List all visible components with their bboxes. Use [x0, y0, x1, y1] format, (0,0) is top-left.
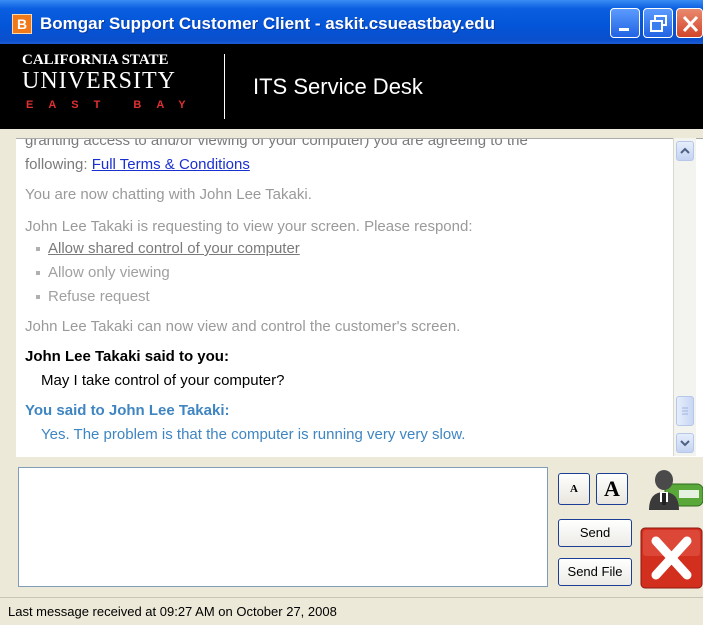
option-refuse: Refuse request	[36, 287, 150, 307]
minimize-icon	[619, 28, 629, 31]
terms-link[interactable]: Full Terms & Conditions	[92, 156, 250, 173]
control-notice-message: John Lee Takaki can now view and control…	[25, 318, 461, 335]
message-input-box[interactable]	[18, 467, 548, 587]
terms-line: following: Full Terms & Conditions	[25, 155, 250, 175]
scroll-down-button[interactable]	[676, 433, 694, 453]
your-message-header: You said to John Lee Takaki:	[25, 402, 230, 419]
status-bar: Last message received at 09:27 AM on Oct…	[0, 597, 703, 625]
terms-prefix: following:	[25, 156, 88, 173]
chat-scrollbar[interactable]	[673, 138, 696, 456]
chat-log[interactable]: granting access to and/or viewing of you…	[16, 138, 703, 457]
support-agent-icon	[645, 466, 703, 512]
chat-clipped-line: granting access to and/or viewing of you…	[25, 138, 528, 149]
bullet-icon	[36, 295, 40, 300]
window-title: Bomgar Support Customer Client - askit.c…	[40, 14, 495, 33]
restore-button[interactable]	[643, 8, 673, 38]
option-view-only: Allow only viewing	[36, 263, 170, 283]
status-text: Last message received at 09:27 AM on Oct…	[8, 604, 337, 619]
option-view-only-label: Allow only viewing	[48, 264, 170, 281]
option-refuse-label: Refuse request	[48, 288, 150, 305]
chevron-up-icon	[680, 147, 690, 154]
send-file-button[interactable]: Send File	[558, 558, 632, 586]
close-x-icon	[640, 527, 703, 589]
logo-line-2: UNIVERSITY	[22, 68, 176, 94]
minimize-button[interactable]	[610, 8, 640, 38]
option-shared-control[interactable]: Allow shared control of your computer	[36, 239, 300, 259]
title-bar[interactable]: B Bomgar Support Customer Client - askit…	[0, 0, 703, 44]
service-desk-title: ITS Service Desk	[253, 74, 423, 99]
your-message-text: Yes. The problem is that the computer is…	[41, 426, 466, 443]
chevron-down-icon	[680, 440, 690, 447]
agent-message-text: May I take control of your computer?	[41, 372, 285, 389]
restore-icon	[650, 15, 667, 32]
scroll-thumb[interactable]	[676, 396, 694, 426]
end-session-button[interactable]	[640, 527, 703, 589]
agent-message-header: John Lee Takaki said to you:	[25, 348, 229, 365]
banner-divider	[224, 54, 225, 119]
close-window-button[interactable]	[676, 8, 703, 38]
logo-line-3: EAST BAY	[22, 98, 202, 112]
view-request-message: John Lee Takaki is requesting to view yo…	[25, 218, 473, 235]
close-icon	[682, 15, 699, 33]
now-chatting-message: You are now chatting with John Lee Takak…	[25, 186, 312, 203]
logo-line-1: CALIFORNIA STATE	[22, 52, 169, 68]
grip-icon	[682, 407, 688, 415]
university-logo: CALIFORNIA STATE UNIVERSITY EAST BAY	[22, 52, 202, 112]
message-input[interactable]	[19, 468, 547, 586]
scroll-up-button[interactable]	[676, 141, 694, 161]
decrease-font-button[interactable]: A	[558, 473, 590, 505]
bullet-icon	[36, 271, 40, 276]
bomgar-app-icon: B	[12, 14, 32, 34]
send-button[interactable]: Send	[558, 519, 632, 547]
bullet-icon	[36, 247, 40, 252]
option-shared-control-label[interactable]: Allow shared control of your computer	[48, 240, 300, 257]
increase-font-button[interactable]: A	[596, 473, 628, 505]
bomgar-window: B Bomgar Support Customer Client - askit…	[0, 0, 703, 625]
